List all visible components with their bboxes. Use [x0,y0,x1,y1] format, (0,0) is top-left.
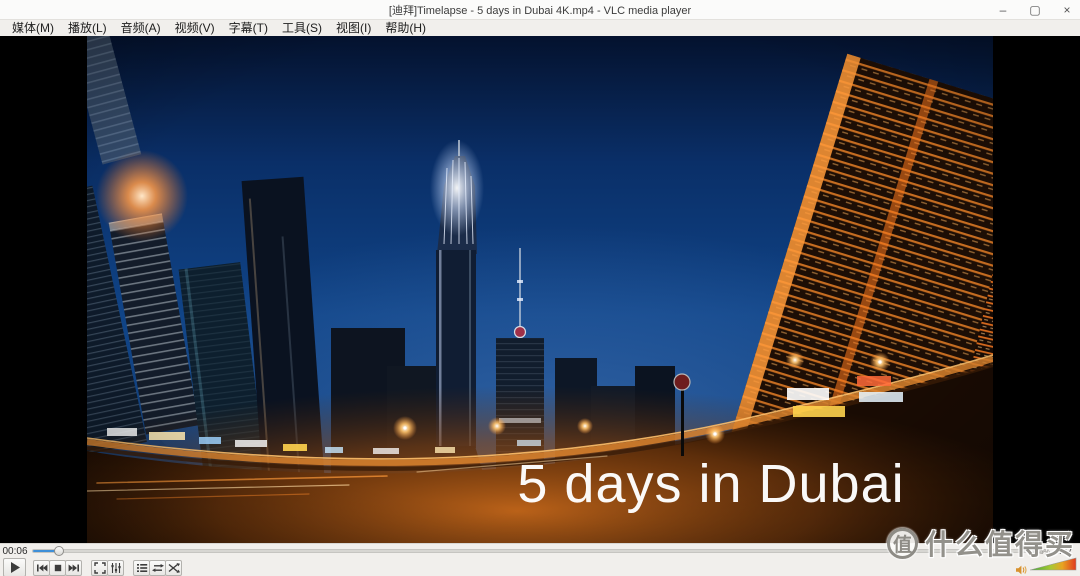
menu-item-help[interactable]: 帮助(H) [378,20,433,36]
fullscreen-button[interactable] [91,559,108,576]
playlist-icon [136,563,147,572]
minimize-button[interactable]: – [996,0,1010,20]
previous-icon [36,564,47,571]
total-time: 2:37 [1053,545,1073,557]
title-bar[interactable]: [迪拜]Timelapse - 5 days in Dubai 4K.mp4 -… [0,0,1080,20]
maximize-button[interactable]: ▢ [1028,0,1042,20]
menu-item-tools[interactable]: 工具(S) [275,20,329,36]
loop-button[interactable] [149,559,166,576]
control-bar: 00:06 2:37 125% [0,543,1080,576]
menu-item-view[interactable]: 视图(I) [329,20,378,36]
close-button[interactable]: × [1060,0,1074,20]
random-icon [168,562,180,573]
video-display[interactable]: 5 days in Dubai [0,36,1080,543]
window-title: [迪拜]Timelapse - 5 days in Dubai 4K.mp4 -… [388,4,692,17]
extended-settings-button[interactable] [107,559,124,576]
menu-item-media[interactable]: 媒体(M) [5,20,61,36]
playlist-button[interactable] [133,559,150,576]
stop-button[interactable] [49,559,66,576]
stop-icon [54,564,61,571]
vlc-window: [迪拜]Timelapse - 5 days in Dubai 4K.mp4 -… [0,0,1080,576]
fullscreen-icon [93,561,106,574]
seek-bar[interactable] [32,546,1044,556]
menu-item-audio[interactable]: 音频(A) [114,20,168,36]
seek-thumb[interactable] [54,546,64,556]
volume-widget: 125% [1015,549,1077,576]
play-button[interactable] [3,558,26,576]
volume-level: 125% [1032,549,1050,556]
next-button[interactable] [65,559,82,576]
video-frame: 5 days in Dubai [87,36,993,543]
extended-settings-icon [110,562,121,573]
random-button[interactable] [165,559,182,576]
next-icon [68,564,79,571]
menu-item-playback[interactable]: 播放(L) [61,20,114,36]
elapsed-time: 00:06 [2,545,28,557]
video-title-overlay: 5 days in Dubai [517,454,904,514]
speaker-icon [1016,565,1027,575]
menu-bar: 媒体(M) 播放(L) 音频(A) 视频(V) 字幕(T) 工具(S) 视图(I… [0,20,1080,36]
volume-slider[interactable] [1029,557,1077,571]
menu-item-video[interactable]: 视频(V) [168,20,222,36]
menu-item-subtitle[interactable]: 字幕(T) [222,20,275,36]
previous-button[interactable] [33,559,50,576]
play-icon [11,562,20,573]
loop-icon [151,563,164,572]
